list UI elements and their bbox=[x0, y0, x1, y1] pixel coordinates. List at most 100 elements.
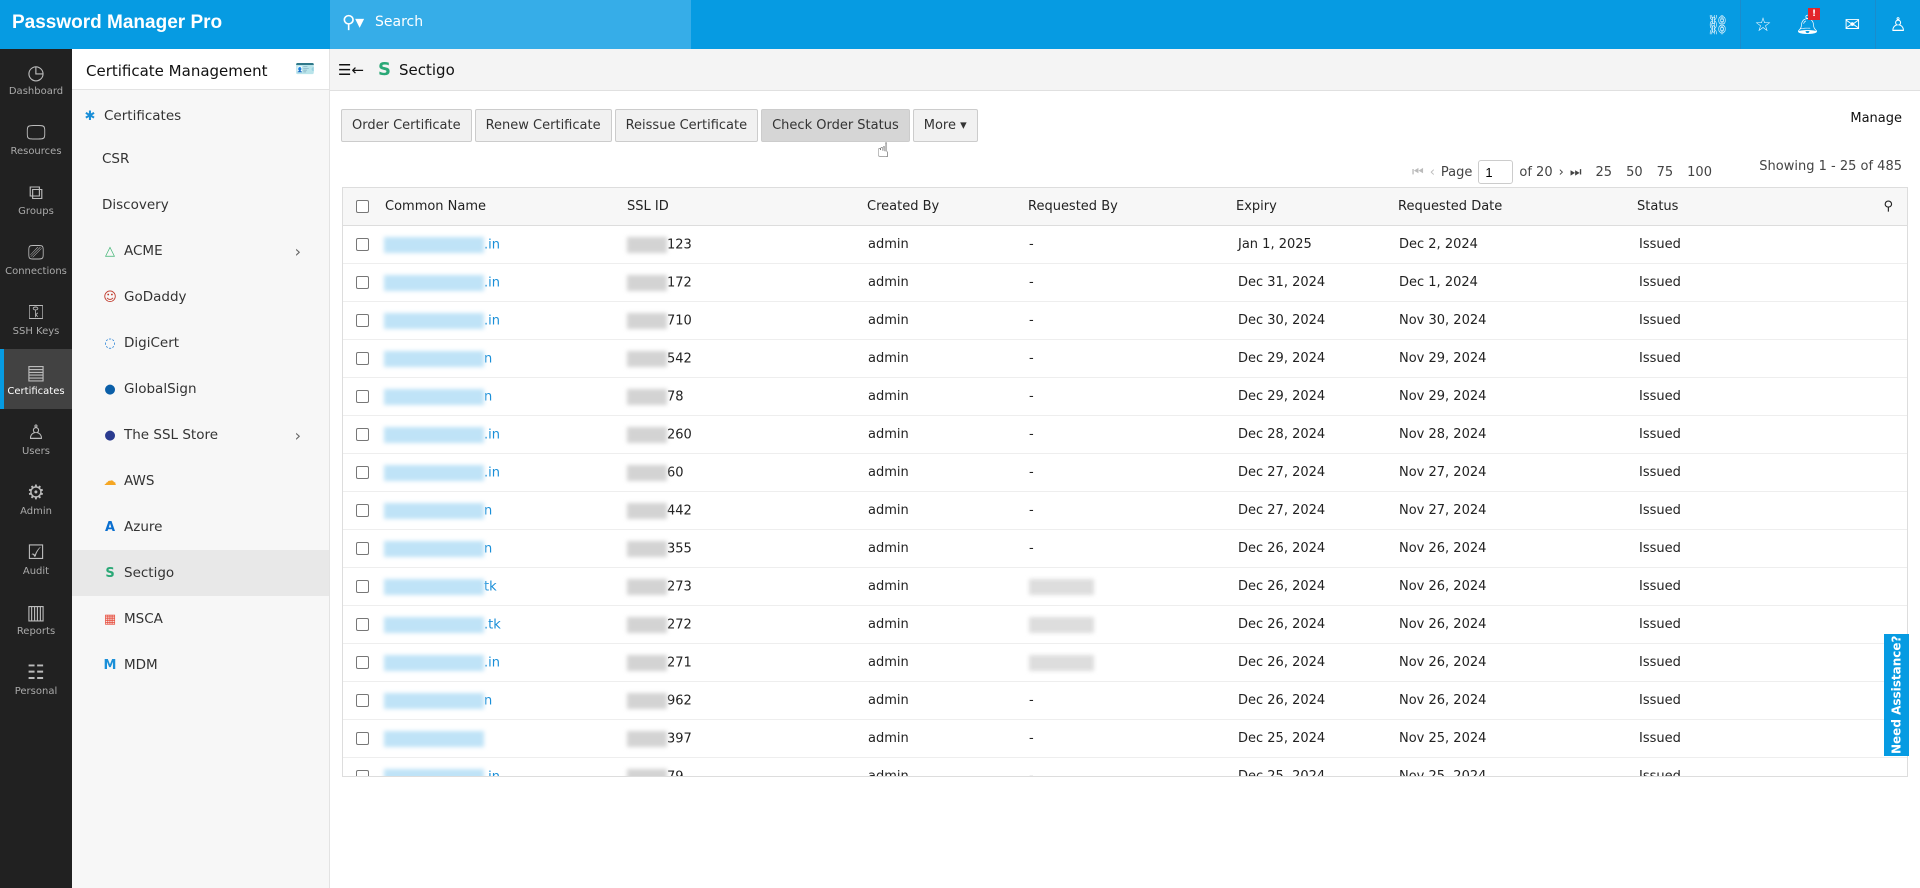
page-input[interactable] bbox=[1478, 160, 1514, 184]
favorite-user-icon[interactable]: ☆ bbox=[1740, 0, 1785, 49]
more-button[interactable]: More ▾ bbox=[912, 109, 978, 142]
row-checkbox[interactable] bbox=[356, 238, 369, 251]
sidebar-item-godaddy[interactable]: ☺ GoDaddy bbox=[72, 274, 329, 320]
common-name-link[interactable]: n bbox=[384, 541, 492, 557]
sidebar-item-digicert[interactable]: ◌ DigiCert bbox=[72, 320, 329, 366]
col-expiry[interactable]: Expiry bbox=[1236, 199, 1277, 214]
global-search[interactable]: ⚲▾ bbox=[330, 0, 691, 49]
table-row[interactable]: .in 79 admin - Dec 25, 2024 Nov 25, 2024… bbox=[343, 758, 1907, 776]
chevron-right-icon[interactable]: › bbox=[295, 242, 301, 261]
search-icon[interactable]: ⚲▾ bbox=[342, 12, 364, 33]
sidebar-item-msca[interactable]: ▦ MSCA bbox=[72, 596, 329, 642]
order-certificate-button[interactable]: Order Certificate bbox=[341, 109, 472, 142]
nav-connections[interactable]: ⎚ Connections bbox=[0, 229, 72, 289]
common-name-link[interactable]: .in bbox=[384, 465, 500, 481]
nav-reports[interactable]: ▥ Reports bbox=[0, 589, 72, 649]
select-all-checkbox[interactable] bbox=[356, 200, 369, 213]
sidebar-item-discovery[interactable]: Discovery bbox=[72, 182, 329, 228]
need-assistance-tab[interactable]: Need Assistance? bbox=[1884, 634, 1909, 756]
mail-icon[interactable]: ✉ bbox=[1830, 0, 1875, 49]
col-status[interactable]: Status bbox=[1637, 199, 1678, 214]
sidebar-item-the-ssl-store[interactable]: ● The SSL Store › bbox=[72, 412, 329, 458]
common-name-link[interactable]: .in bbox=[384, 313, 500, 329]
table-row[interactable]: 397 admin - Dec 25, 2024 Nov 25, 2024 Is… bbox=[343, 720, 1907, 758]
row-checkbox[interactable] bbox=[356, 390, 369, 403]
page-size-25[interactable]: 25 bbox=[1596, 165, 1613, 180]
common-name-link[interactable]: n bbox=[384, 503, 492, 519]
col-ssl-id[interactable]: SSL ID bbox=[627, 199, 669, 214]
certificate-chat-icon[interactable]: 🪪 bbox=[295, 59, 315, 78]
table-row[interactable]: n 442 admin - Dec 27, 2024 Nov 27, 2024 … bbox=[343, 492, 1907, 530]
nav-audit[interactable]: ☑ Audit bbox=[0, 529, 72, 589]
table-row[interactable]: .in 271 admin Dec 26, 2024 Nov 26, 2024 … bbox=[343, 644, 1907, 682]
user-icon[interactable]: ♙ bbox=[1875, 0, 1920, 49]
sidebar-item-azure[interactable]: A Azure bbox=[72, 504, 329, 550]
common-name-link[interactable]: .in bbox=[384, 237, 500, 253]
nav-dashboard[interactable]: ◷ Dashboard bbox=[0, 49, 72, 109]
row-checkbox[interactable] bbox=[356, 352, 369, 365]
row-checkbox[interactable] bbox=[356, 732, 369, 745]
page-size-75[interactable]: 75 bbox=[1657, 165, 1674, 180]
last-page-icon[interactable]: ⏭ bbox=[1570, 165, 1582, 180]
renew-certificate-button[interactable]: Renew Certificate bbox=[474, 109, 612, 142]
col-created-by[interactable]: Created By bbox=[867, 199, 939, 214]
table-search-icon[interactable]: ⚲ bbox=[1883, 199, 1893, 214]
row-checkbox[interactable] bbox=[356, 656, 369, 669]
table-row[interactable]: .in 123 admin - Jan 1, 2025 Dec 2, 2024 … bbox=[343, 226, 1907, 264]
nav-ssh-keys[interactable]: ⚿ SSH Keys bbox=[0, 289, 72, 349]
sidebar-item-certificates[interactable]: ✱ Certificates bbox=[72, 96, 329, 136]
table-row[interactable]: tk 273 admin Dec 26, 2024 Nov 26, 2024 I… bbox=[343, 568, 1907, 606]
common-name-link[interactable]: .tk bbox=[384, 617, 501, 633]
nav-personal[interactable]: ☷ Personal bbox=[0, 649, 72, 709]
row-checkbox[interactable] bbox=[356, 428, 369, 441]
prev-page-icon[interactable]: ‹ bbox=[1430, 165, 1435, 180]
page-size-100[interactable]: 100 bbox=[1687, 165, 1712, 180]
page-size-50[interactable]: 50 bbox=[1626, 165, 1643, 180]
table-row[interactable]: n 542 admin - Dec 29, 2024 Nov 29, 2024 … bbox=[343, 340, 1907, 378]
col-requested-by[interactable]: Requested By bbox=[1028, 199, 1118, 214]
reissue-certificate-button[interactable]: Reissue Certificate bbox=[614, 109, 759, 142]
row-checkbox[interactable] bbox=[356, 542, 369, 555]
table-row[interactable]: .in 260 admin - Dec 28, 2024 Nov 28, 202… bbox=[343, 416, 1907, 454]
row-checkbox[interactable] bbox=[356, 618, 369, 631]
chevron-right-icon[interactable]: › bbox=[295, 426, 301, 445]
col-requested-date[interactable]: Requested Date bbox=[1398, 199, 1502, 214]
bell-icon[interactable]: 🔔︎! bbox=[1785, 0, 1830, 49]
table-row[interactable]: .in 172 admin - Dec 31, 2024 Dec 1, 2024… bbox=[343, 264, 1907, 302]
table-row[interactable]: n 78 admin - Dec 29, 2024 Nov 29, 2024 I… bbox=[343, 378, 1907, 416]
table-row[interactable]: .in 710 admin - Dec 30, 2024 Nov 30, 202… bbox=[343, 302, 1907, 340]
row-checkbox[interactable] bbox=[356, 466, 369, 479]
sidebar-item-csr[interactable]: CSR bbox=[72, 136, 329, 182]
table-row[interactable]: n 962 admin - Dec 26, 2024 Nov 26, 2024 … bbox=[343, 682, 1907, 720]
row-checkbox[interactable] bbox=[356, 580, 369, 593]
common-name-link[interactable] bbox=[384, 731, 484, 747]
common-name-link[interactable]: .in bbox=[384, 427, 500, 443]
common-name-link[interactable]: n bbox=[384, 351, 492, 367]
row-checkbox[interactable] bbox=[356, 694, 369, 707]
menu-toggle-icon[interactable]: ☰ bbox=[338, 61, 351, 79]
table-row[interactable]: .tk 272 admin Dec 26, 2024 Nov 26, 2024 … bbox=[343, 606, 1907, 644]
next-page-icon[interactable]: › bbox=[1559, 165, 1564, 180]
row-checkbox[interactable] bbox=[356, 504, 369, 517]
table-row[interactable]: n 355 admin - Dec 26, 2024 Nov 26, 2024 … bbox=[343, 530, 1907, 568]
sidebar-item-sectigo[interactable]: S Sectigo bbox=[72, 550, 329, 596]
col-common-name[interactable]: Common Name bbox=[385, 199, 486, 214]
common-name-link[interactable]: tk bbox=[384, 579, 497, 595]
nav-admin[interactable]: ⚙ Admin bbox=[0, 469, 72, 529]
nav-resources[interactable]: 🖵 Resources bbox=[0, 109, 72, 169]
table-row[interactable]: .in 60 admin - Dec 27, 2024 Nov 27, 2024… bbox=[343, 454, 1907, 492]
common-name-link[interactable]: n bbox=[384, 389, 492, 405]
nav-groups[interactable]: ⧉ Groups bbox=[0, 169, 72, 229]
row-checkbox[interactable] bbox=[356, 314, 369, 327]
back-arrow-icon[interactable]: ← bbox=[351, 61, 364, 79]
sidebar-item-mdm[interactable]: M MDM bbox=[72, 642, 329, 688]
nav-certificates[interactable]: ▤ Certificates bbox=[0, 349, 72, 409]
manage-link[interactable]: Manage bbox=[1850, 111, 1902, 126]
common-name-link[interactable]: .in bbox=[384, 655, 500, 671]
row-checkbox[interactable] bbox=[356, 276, 369, 289]
sidebar-item-aws[interactable]: ☁ AWS bbox=[72, 458, 329, 504]
search-input[interactable] bbox=[375, 14, 675, 30]
sidebar-item-globalsign[interactable]: ● GlobalSign bbox=[72, 366, 329, 412]
first-page-icon[interactable]: ⏮ bbox=[1412, 165, 1424, 180]
nav-users[interactable]: ♙ Users bbox=[0, 409, 72, 469]
